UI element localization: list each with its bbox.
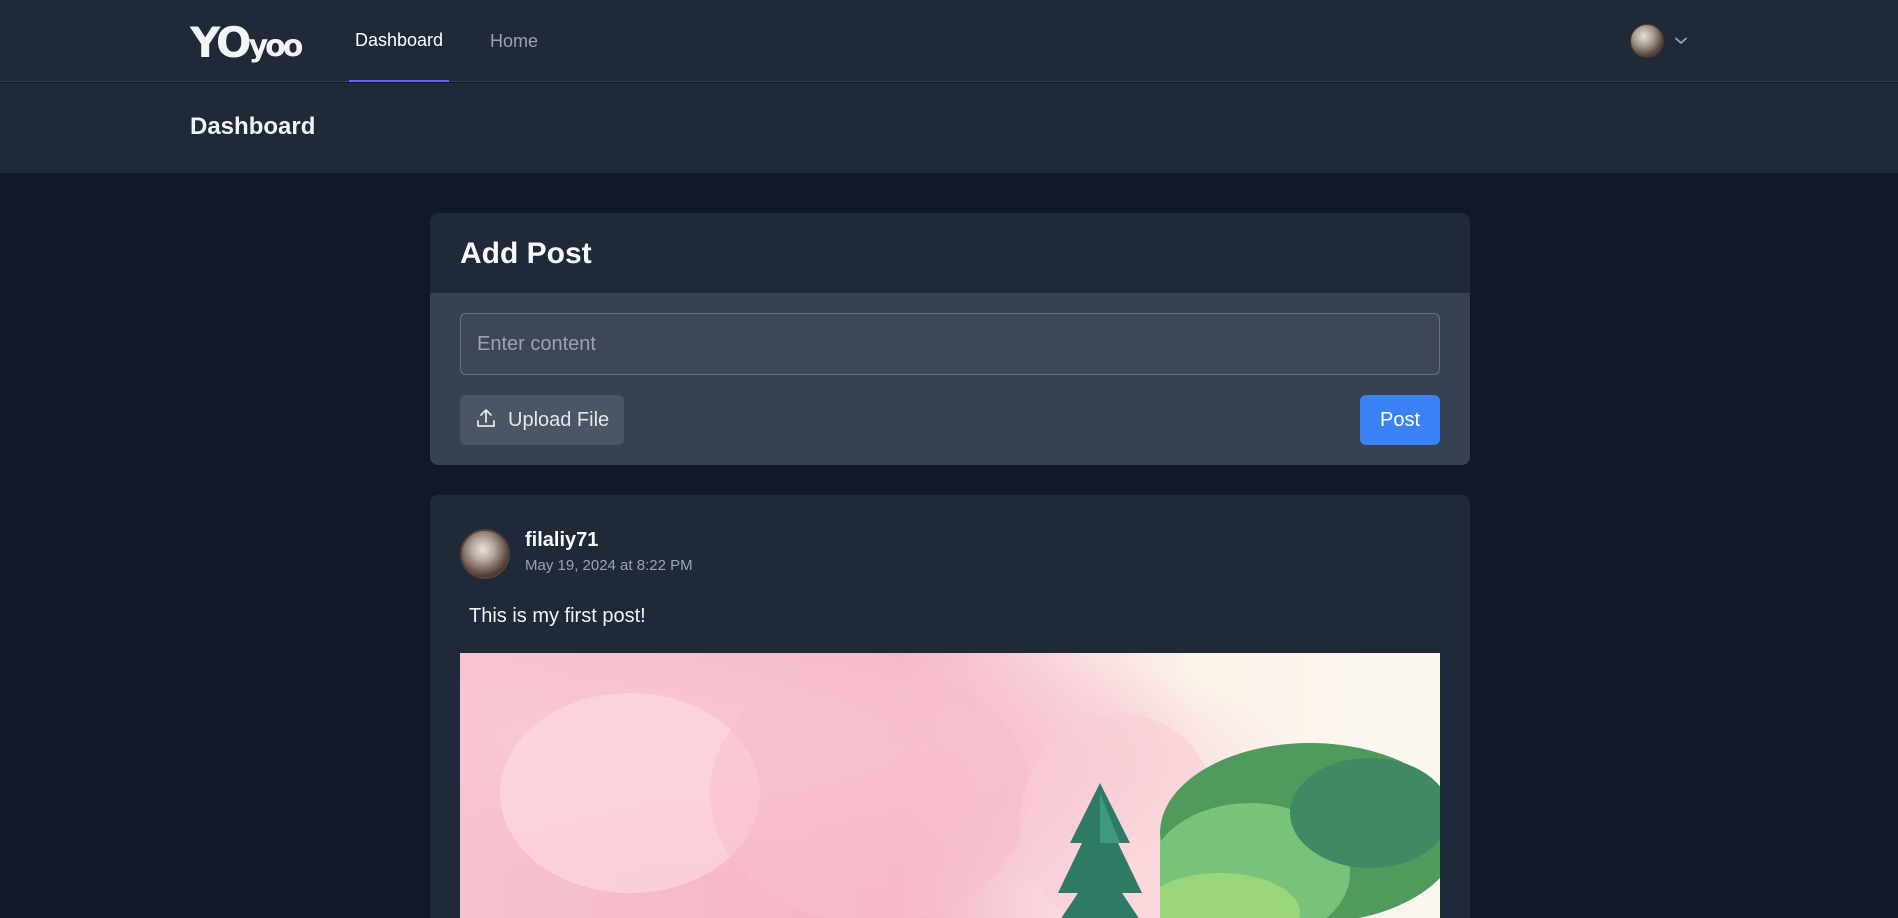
upload-file-button[interactable]: Upload File	[460, 395, 624, 445]
post-date: May 19, 2024 at 8:22 PM	[525, 557, 693, 574]
add-post-card: Add Post Upload File Post	[430, 213, 1470, 465]
post-image[interactable]	[460, 653, 1440, 918]
add-post-body: Upload File Post	[430, 293, 1470, 465]
logo-text-big: YO	[190, 18, 252, 67]
cloud-shape	[710, 663, 1030, 918]
author-avatar[interactable]	[460, 529, 510, 579]
post-author[interactable]: filaliy71	[525, 529, 598, 552]
top-navbar: YO yoo Dashboard Home	[0, 0, 1898, 82]
logo-text-small: yoo	[248, 29, 304, 64]
post-card: filaliy71 May 19, 2024 at 8:22 PM This i…	[430, 495, 1470, 918]
add-post-header: Add Post	[430, 213, 1470, 293]
pine-tree-graphic	[1058, 783, 1142, 918]
add-post-title: Add Post	[460, 237, 592, 270]
content-input[interactable]	[460, 313, 1440, 375]
post-text: This is my first post!	[469, 605, 646, 627]
upload-icon	[474, 406, 498, 435]
chevron-down-icon	[1674, 34, 1688, 48]
leafy-tree-graphic	[1160, 743, 1440, 918]
nav-item-home[interactable]: Home	[490, 0, 538, 82]
post-button[interactable]: Post	[1360, 395, 1440, 445]
brand-logo[interactable]: YO yoo	[190, 18, 304, 67]
nav-item-label: Dashboard	[355, 29, 444, 50]
nav-item-dashboard[interactable]: Dashboard	[349, 0, 450, 82]
upload-file-label: Upload File	[508, 408, 610, 431]
page-title: Dashboard	[190, 113, 316, 140]
page-header: Dashboard	[0, 83, 1898, 173]
user-menu-button[interactable]	[1630, 24, 1688, 58]
nav-item-label: Home	[490, 30, 539, 51]
user-avatar	[1630, 24, 1664, 58]
